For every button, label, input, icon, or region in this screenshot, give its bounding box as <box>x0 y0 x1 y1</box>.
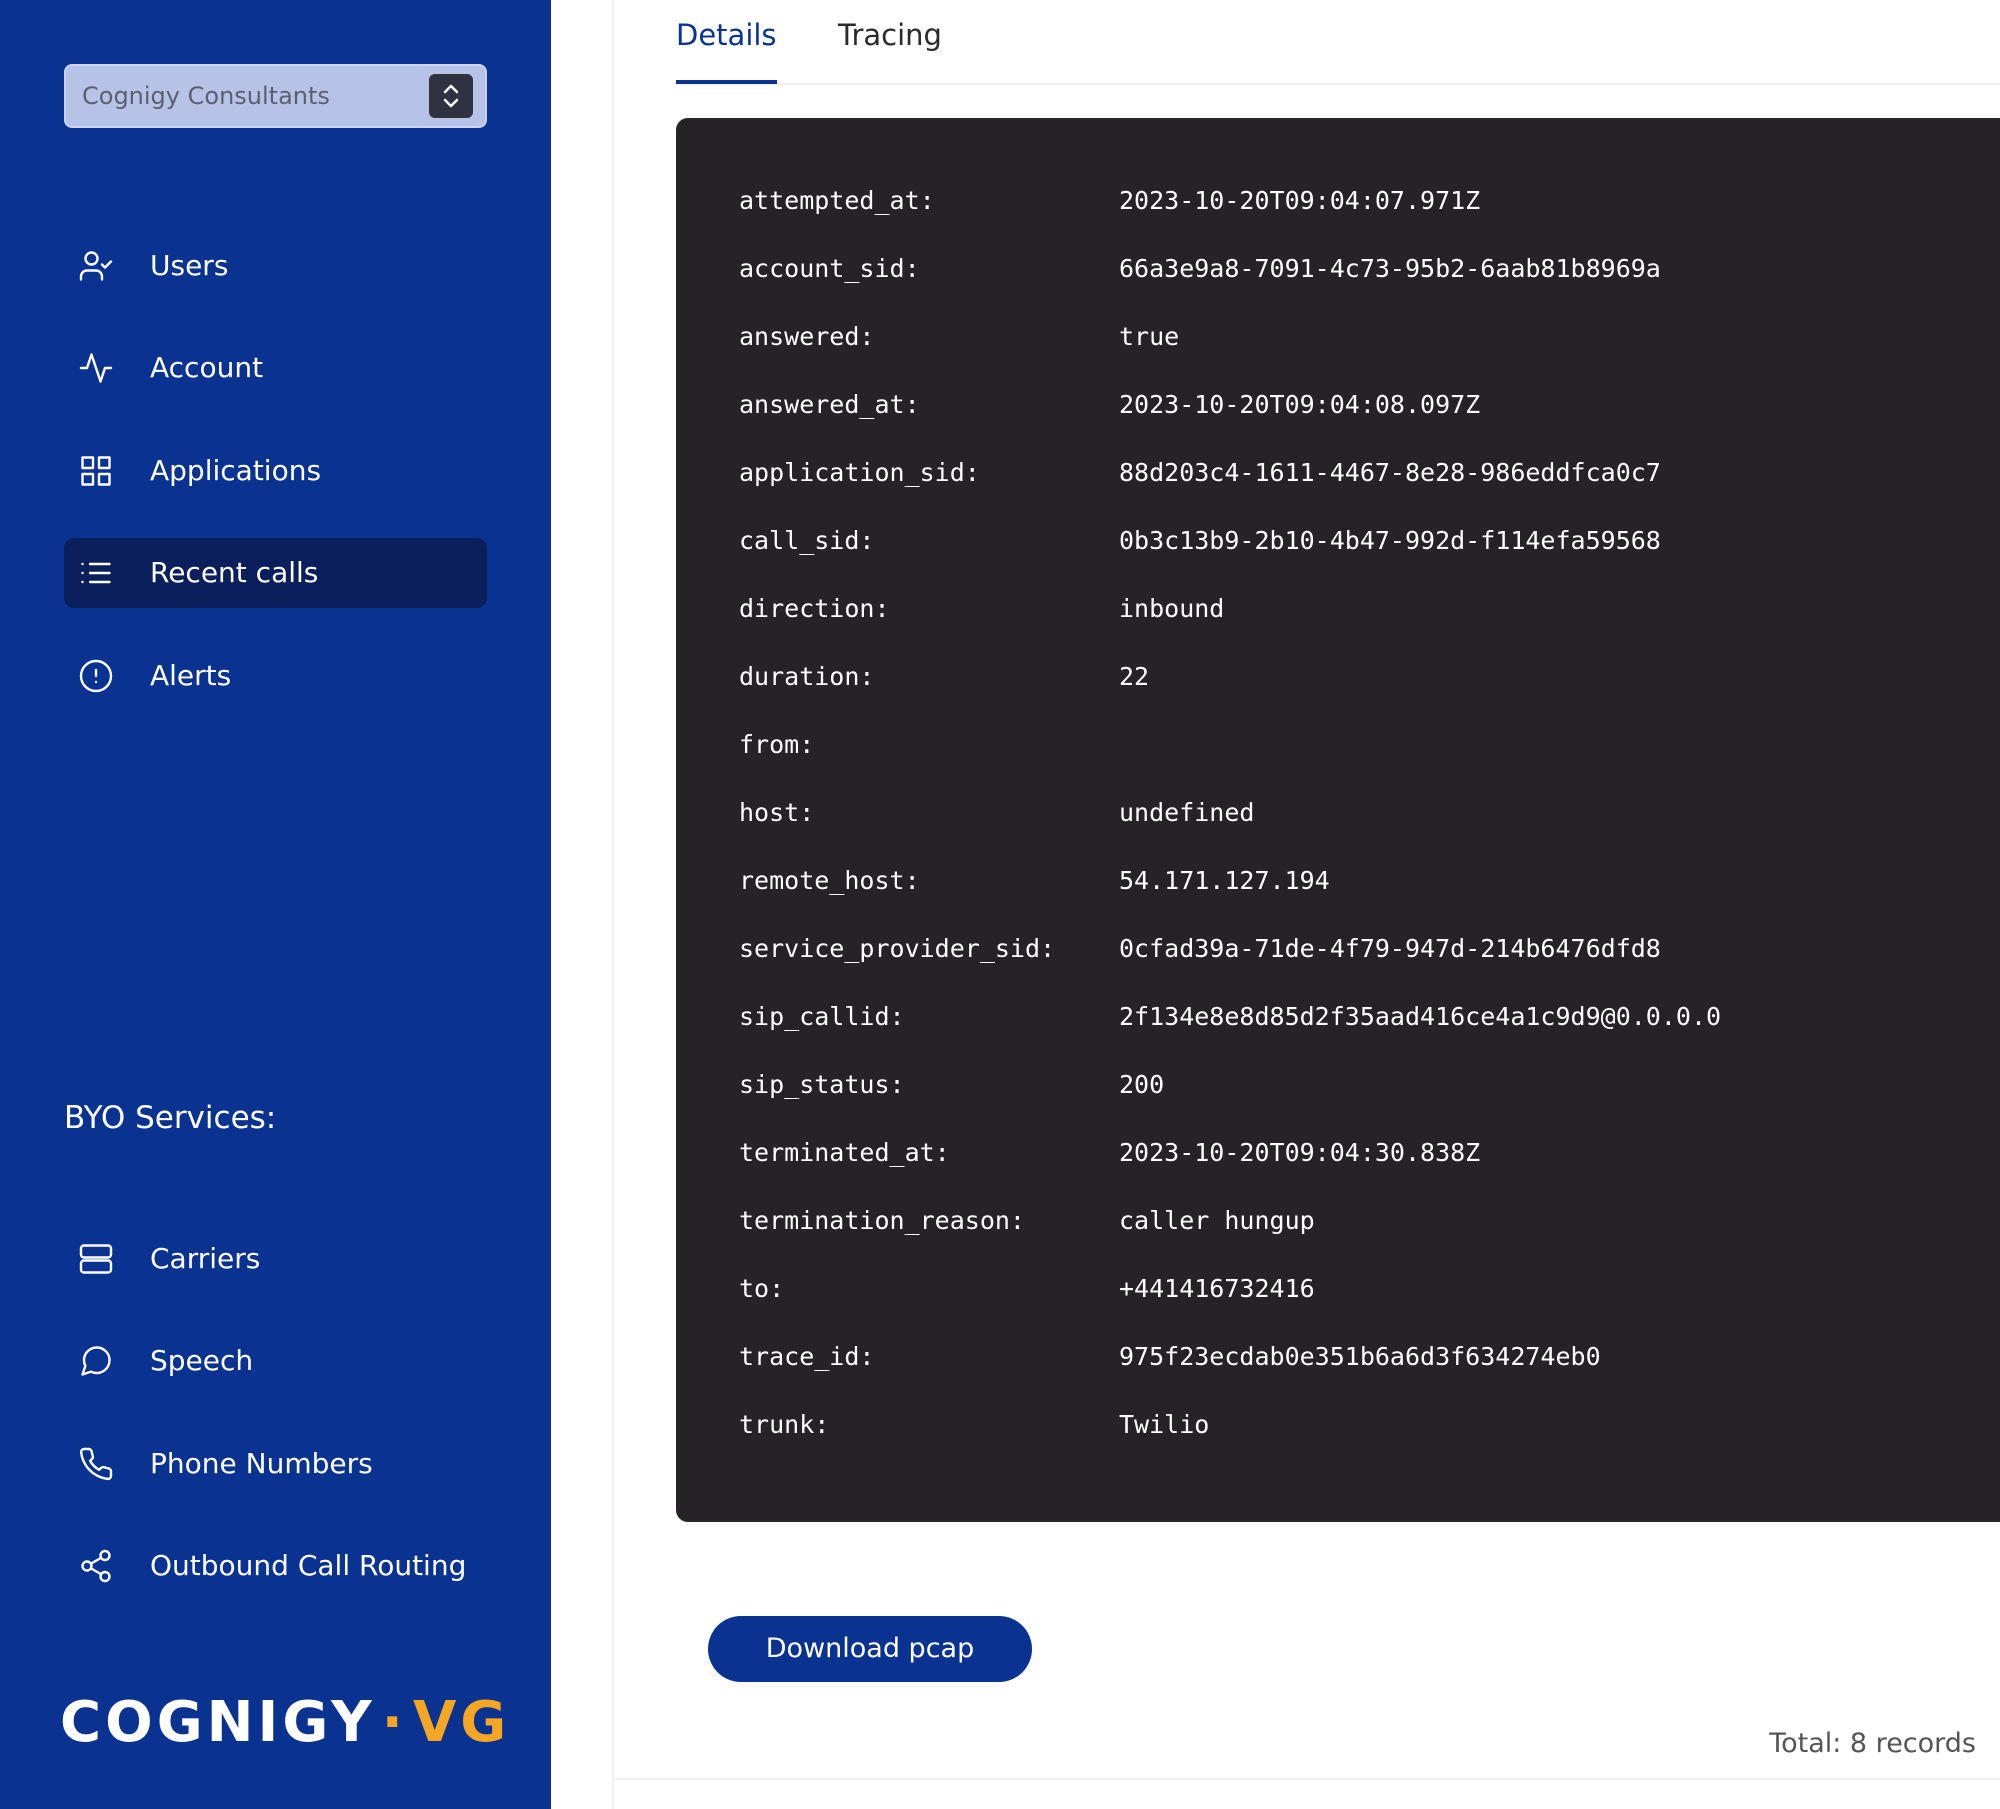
sidebar-item-phone-numbers[interactable]: Phone Numbers <box>64 1429 487 1499</box>
detail-value: 2023-10-20T09:04:08.097Z <box>1119 390 1481 419</box>
detail-key: terminated_at: <box>739 1138 950 1167</box>
detail-value: 66a3e9a8-7091-4c73-95b2-6aab81b8969a <box>1119 254 1661 283</box>
detail-key: remote_host: <box>739 866 920 895</box>
detail-key: from: <box>739 730 815 759</box>
grid-icon <box>78 453 114 489</box>
detail-key: to: <box>739 1274 785 1303</box>
sidebar-item-applications[interactable]: Applications <box>64 436 487 506</box>
sidebar-item-label: Recent calls <box>150 556 319 589</box>
sidebar-item-label: Outbound Call Routing <box>150 1549 467 1582</box>
sidebar-item-alerts[interactable]: Alerts <box>64 641 487 711</box>
detail-key: call_sid: <box>739 526 875 555</box>
sidebar-item-label: Alerts <box>150 659 232 692</box>
footer-divider <box>612 1778 2000 1780</box>
detail-value: 2023-10-20T09:04:07.971Z <box>1119 186 1481 215</box>
sidebar-item-outbound-call-routing[interactable]: Outbound Call Routing <box>64 1531 487 1601</box>
detail-value: 54.171.127.194 <box>1119 866 1330 895</box>
detail-key: attempted_at: <box>739 186 935 215</box>
detail-value: caller hungup <box>1119 1206 1315 1235</box>
message-circle-icon <box>78 1343 114 1379</box>
account-selector[interactable]: Cognigy Consultants <box>64 64 487 128</box>
detail-value: 2f134e8e8d85d2f35aad416ce4a1c9d9@0.0.0.0 <box>1119 1002 1722 1031</box>
detail-key: trace_id: <box>739 1342 875 1371</box>
detail-value: 200 <box>1119 1070 1165 1099</box>
detail-value: Twilio <box>1119 1410 1210 1439</box>
activity-icon <box>78 350 114 386</box>
byo-services-title: BYO Services: <box>64 1100 277 1136</box>
detail-key: host: <box>739 798 815 827</box>
logo-main-text: COGNIGY <box>60 1690 376 1755</box>
share-icon <box>78 1548 114 1584</box>
download-pcap-button[interactable]: Download pcap <box>708 1616 1032 1682</box>
sidebar-item-users[interactable]: Users <box>64 231 487 301</box>
detail-value: true <box>1119 322 1180 351</box>
alert-circle-icon <box>78 658 114 694</box>
sidebar: Cognigy Consultants Users Account Applic… <box>0 0 551 1809</box>
total-records: Total: 8 records <box>1769 1728 1976 1759</box>
sidebar-item-recent-calls[interactable]: Recent calls <box>64 538 487 608</box>
detail-value: 975f23ecdab0e351b6a6d3f634274eb0 <box>1119 1342 1601 1371</box>
sidebar-item-carriers[interactable]: Carriers <box>64 1224 487 1294</box>
sidebar-item-label: Phone Numbers <box>150 1447 373 1480</box>
tab-tracing[interactable]: Tracing <box>838 18 942 84</box>
sidebar-item-label: Speech <box>150 1344 254 1377</box>
detail-value: 0cfad39a-71de-4f79-947d-214b6476dfd8 <box>1119 934 1661 963</box>
call-details-panel: attempted_at: 2023-10-20T09:04:07.971Z acc… <box>676 118 2000 1522</box>
detail-key: answered_at: <box>739 390 920 419</box>
detail-key: application_sid: <box>739 458 980 487</box>
detail-value: +441416732416 <box>1119 1274 1315 1303</box>
detail-value: 0b3c13b9-2b10-4b47-992d-f114efa59568 <box>1119 526 1661 555</box>
detail-key: trunk: <box>739 1410 830 1439</box>
sidebar-item-account[interactable]: Account <box>64 333 487 403</box>
list-icon <box>78 555 114 591</box>
server-icon <box>78 1241 114 1277</box>
logo-accent-text: VG <box>412 1690 511 1755</box>
sidebar-item-speech[interactable]: Speech <box>64 1326 487 1396</box>
detail-key: service_provider_sid: <box>739 934 1056 963</box>
logo-dot: · <box>381 1690 407 1755</box>
detail-value: inbound <box>1119 594 1225 623</box>
detail-key: termination_reason: <box>739 1206 1025 1235</box>
content-divider <box>612 0 614 1809</box>
detail-key: account_sid: <box>739 254 920 283</box>
detail-key: sip_status: <box>739 1070 905 1099</box>
detail-value: 22 <box>1119 662 1150 691</box>
detail-key: duration: <box>739 662 875 691</box>
sidebar-item-label: Account <box>150 351 264 384</box>
phone-icon <box>78 1446 114 1482</box>
detail-key: direction: <box>739 594 890 623</box>
detail-value: 2023-10-20T09:04:30.838Z <box>1119 1138 1481 1167</box>
tab-details[interactable]: Details <box>676 18 777 84</box>
account-selector-value: Cognigy Consultants <box>82 82 330 110</box>
detail-value: undefined <box>1119 798 1255 827</box>
cognigy-vg-logo: COGNIGY · VG <box>60 1690 510 1755</box>
detail-key: sip_callid: <box>739 1002 905 1031</box>
sidebar-item-label: Users <box>150 249 229 282</box>
detail-value: 88d203c4-1611-4467-8e28-986eddfca0c7 <box>1119 458 1661 487</box>
sidebar-item-label: Carriers <box>150 1242 261 1275</box>
user-check-icon <box>78 248 114 284</box>
chevron-up-down-icon[interactable] <box>429 74 473 118</box>
sidebar-item-label: Applications <box>150 454 322 487</box>
detail-key: answered: <box>739 322 875 351</box>
